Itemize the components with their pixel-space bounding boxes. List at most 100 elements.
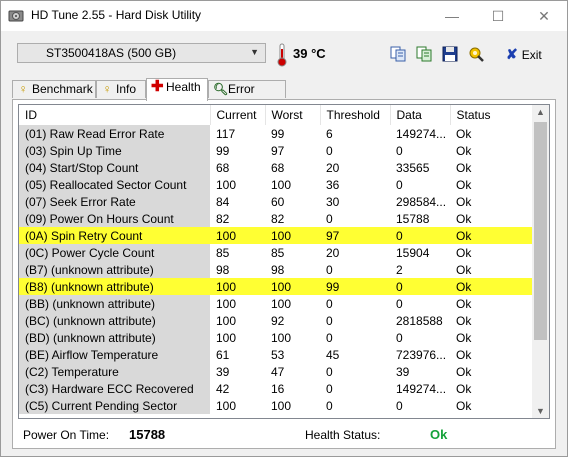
cell-threshold: 99: [320, 278, 390, 295]
cell-data: 0: [396, 398, 403, 413]
smart-table: ID Current Worst Threshold Data Status (…: [19, 105, 534, 414]
scrollbar-thumb[interactable]: [534, 122, 547, 340]
cell-worst: 100: [265, 227, 320, 244]
info-icon: ♀: [102, 82, 112, 96]
cell-current: 68: [216, 160, 230, 175]
cell-data: 2818588: [396, 313, 443, 328]
cell-id: (09) Power On Hours Count: [19, 210, 210, 227]
cell-status: Ok: [456, 381, 472, 396]
cell-threshold: 0: [326, 211, 333, 226]
table-row[interactable]: (0A) Spin Retry Count 100 100 97 0 Ok: [19, 227, 533, 244]
table-row[interactable]: (05) Reallocated Sector Count 100 100 36 0 Ok: [19, 176, 533, 193]
copy-icon[interactable]: [389, 45, 407, 63]
cell-status: Ok: [456, 126, 472, 141]
exit-x-icon: ✘: [506, 46, 518, 62]
cell-worst: 100: [271, 177, 292, 192]
cell-id: (B8) (unknown attribute): [19, 278, 210, 295]
cell-id: (04) Start/Stop Count: [19, 159, 210, 176]
cell-threshold: 0: [326, 143, 333, 158]
column-header-data[interactable]: Data: [390, 105, 451, 125]
tab-benchmark-label: Benchmark: [32, 82, 93, 96]
cell-data: 15904: [396, 245, 430, 260]
smart-attribute-list[interactable]: ID Current Worst Threshold Data Status (…: [18, 104, 550, 419]
copy-all-icon[interactable]: [415, 45, 433, 63]
options-wrench-icon[interactable]: [467, 45, 485, 63]
table-row[interactable]: (0C) Power Cycle Count 85 85 20 15904 Ok: [19, 244, 533, 261]
column-header-threshold[interactable]: Threshold: [320, 105, 391, 125]
table-header-row: ID Current Worst Threshold Data Status: [19, 105, 534, 125]
cell-current: 82: [216, 211, 230, 226]
table-row[interactable]: (B8) (unknown attribute) 100 100 99 0 Ok: [19, 278, 533, 295]
table-row[interactable]: (BE) Airflow Temperature 61 53 45 723976... O…: [19, 346, 533, 363]
tab-benchmark[interactable]: ♀ Benchmark: [12, 80, 96, 98]
cell-current: 84: [216, 194, 230, 209]
cell-id: (0A) Spin Retry Count: [19, 227, 210, 244]
thermometer-icon: [277, 43, 287, 67]
cell-worst: 60: [271, 194, 285, 209]
table-row[interactable]: (B7) (unknown attribute) 98 98 0 2 Ok: [19, 261, 533, 278]
cell-worst: 100: [271, 296, 292, 311]
table-row[interactable]: (BB) (unknown attribute) 100 100 0 0 Ok: [19, 295, 533, 312]
table-row[interactable]: (C3) Hardware ECC Recovered 42 16 0 149274..…: [19, 380, 533, 397]
cell-status: Ok: [456, 143, 472, 158]
chevron-down-icon: ▼: [250, 47, 259, 57]
cell-worst: 98: [271, 262, 285, 277]
cell-threshold: 0: [326, 330, 333, 345]
table-row[interactable]: (09) Power On Hours Count 82 82 0 15788 Ok: [19, 210, 533, 227]
cell-current: 100: [216, 177, 237, 192]
maximize-button[interactable]: ☐: [475, 1, 521, 31]
table-body: (01) Raw Read Error Rate 117 99 6 149274... O…: [19, 125, 533, 414]
cell-id: (B7) (unknown attribute): [19, 261, 210, 278]
tab-health[interactable]: ✚ Health: [146, 78, 208, 101]
table-row[interactable]: (BD) (unknown attribute) 100 100 0 0 Ok: [19, 329, 533, 346]
tab-info[interactable]: ♀ Info: [96, 80, 146, 98]
hard-disk-app-icon: [8, 10, 24, 22]
table-row[interactable]: (01) Raw Read Error Rate 117 99 6 149274... O…: [19, 125, 533, 142]
exit-label: Exit: [521, 48, 542, 62]
cell-status: Ok: [456, 296, 472, 311]
health-icon: ✚: [151, 78, 164, 95]
cell-worst: 100: [271, 398, 292, 413]
table-row[interactable]: (BC) (unknown attribute) 100 92 0 2818588 Ok: [19, 312, 533, 329]
save-icon[interactable]: [441, 45, 459, 63]
cell-threshold: 30: [326, 194, 340, 209]
drive-select[interactable]: ST3500418AS (500 GB) ▼: [17, 43, 266, 63]
cell-data: 0: [396, 177, 403, 192]
cell-status: Ok: [450, 227, 533, 244]
cell-current: 99: [216, 143, 230, 158]
tab-error-scan[interactable]: 🔍︎Error Scan: [208, 80, 286, 112]
hdtune-window: HD Tune 2.55 - Hard Disk Utility — ☐ ✕ S…: [0, 0, 568, 457]
cell-data: 0: [396, 296, 403, 311]
table-row[interactable]: (C2) Temperature 39 47 0 39 Ok: [19, 363, 533, 380]
cell-current: 100: [216, 313, 237, 328]
scroll-up-icon[interactable]: ▲: [536, 107, 545, 117]
close-button[interactable]: ✕: [521, 1, 567, 31]
exit-button[interactable]: ✘ Exit: [506, 46, 542, 63]
column-header-id[interactable]: ID: [19, 105, 211, 125]
table-row[interactable]: (03) Spin Up Time 99 97 0 0 Ok: [19, 142, 533, 159]
column-header-current[interactable]: Current: [210, 105, 266, 125]
cell-id: (C2) Temperature: [19, 363, 210, 380]
cell-current: 100: [210, 278, 265, 295]
column-header-worst[interactable]: Worst: [265, 105, 321, 125]
table-row[interactable]: (04) Start/Stop Count 68 68 20 33565 Ok: [19, 159, 533, 176]
cell-id: (03) Spin Up Time: [19, 142, 210, 159]
cell-current: 61: [216, 347, 230, 362]
cell-worst: 85: [271, 245, 285, 260]
column-header-status[interactable]: Status: [450, 105, 534, 125]
cell-worst: 97: [271, 143, 285, 158]
minimize-button[interactable]: —: [429, 1, 475, 31]
health-status-value: Ok: [430, 427, 448, 442]
cell-worst: 100: [271, 330, 292, 345]
cell-current: 100: [210, 227, 265, 244]
table-row[interactable]: (07) Seek Error Rate 84 60 30 298584... Ok: [19, 193, 533, 210]
vertical-scrollbar[interactable]: ▲ ▼: [532, 105, 549, 418]
cell-current: 100: [216, 296, 237, 311]
cell-data: 2: [396, 262, 403, 277]
cell-data: 0: [390, 227, 450, 244]
cell-threshold: 45: [326, 347, 340, 362]
toolbar: ST3500418AS (500 GB) ▼ 39 °C ✘ Exit: [1, 33, 567, 73]
cell-data: 33565: [396, 160, 430, 175]
scroll-down-icon[interactable]: ▼: [536, 406, 545, 416]
table-row[interactable]: (C5) Current Pending Sector 100 100 0 0 Ok: [19, 397, 533, 414]
